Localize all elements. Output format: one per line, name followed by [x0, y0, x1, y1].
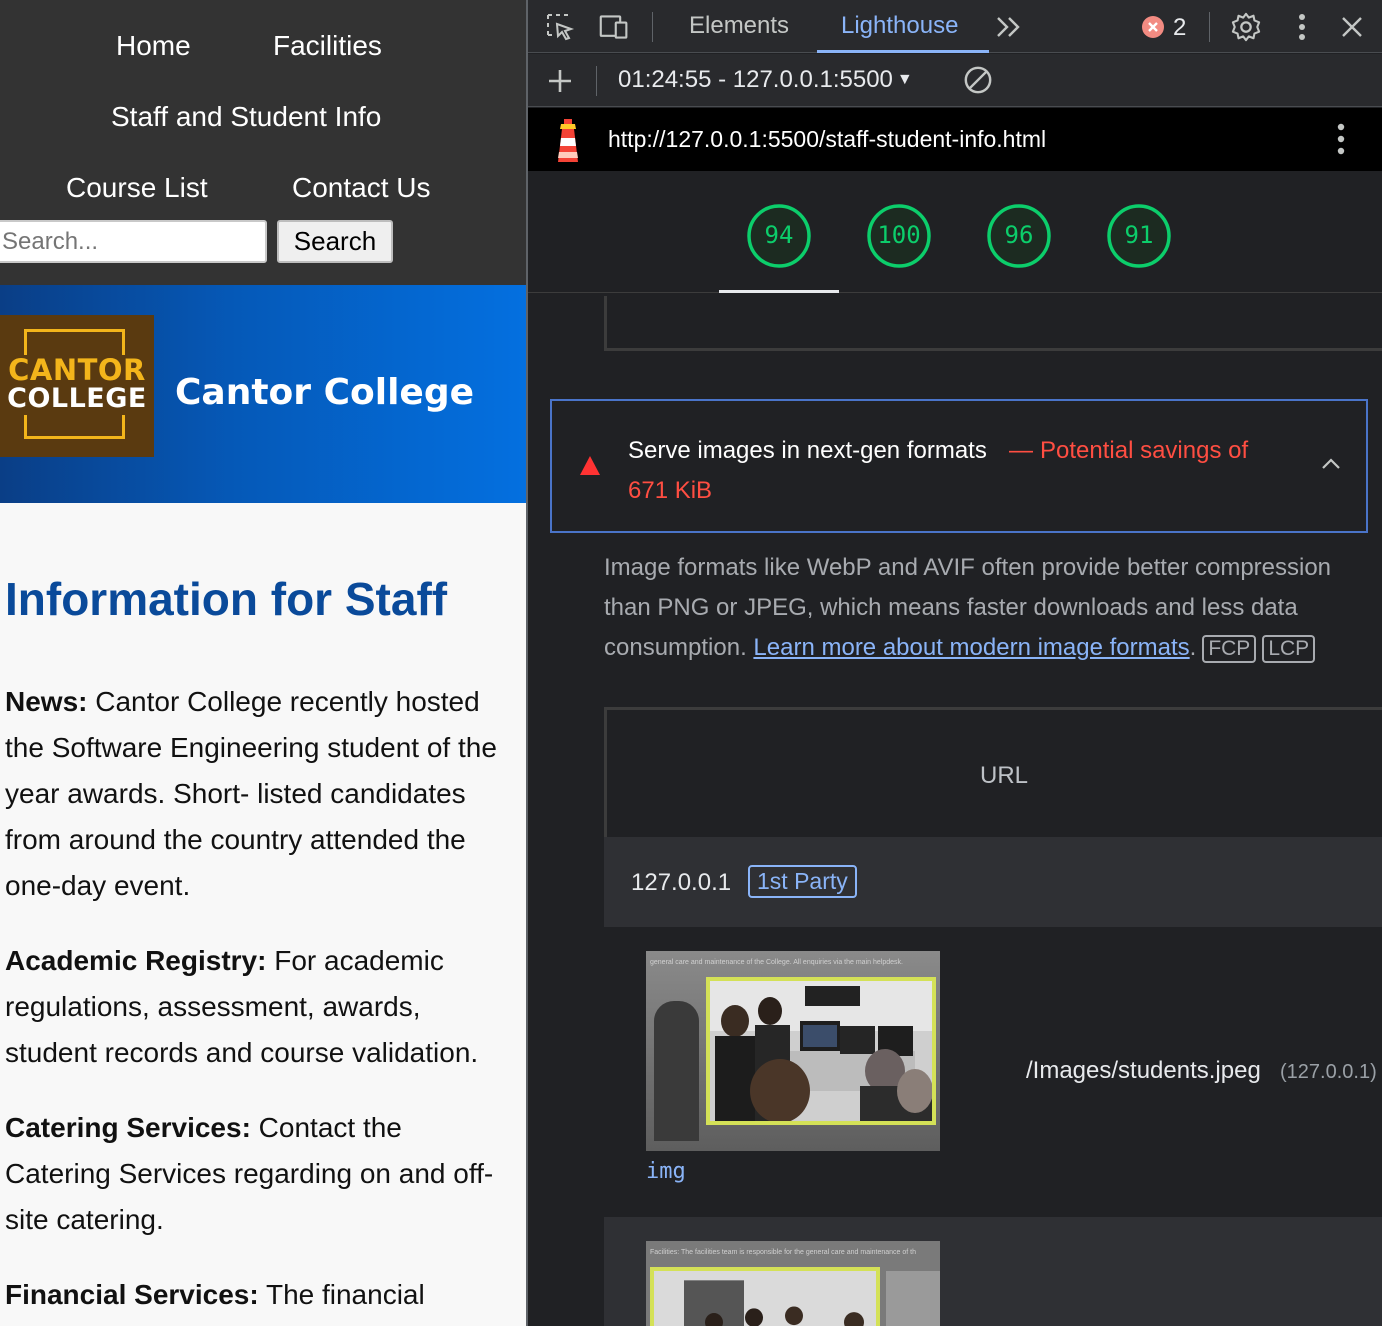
nav-home-link[interactable]: Home: [116, 30, 191, 62]
section-label: Catering Services:: [5, 1112, 251, 1143]
audit-table-header: URL: [604, 707, 1382, 837]
first-party-badge: 1st Party: [748, 865, 857, 898]
score-value: 94: [764, 221, 794, 249]
fail-triangle-icon: [580, 456, 600, 475]
academic-registry-paragraph: Academic Registry: For academic regulati…: [5, 938, 510, 1076]
chevron-up-icon[interactable]: [1320, 453, 1342, 475]
news-paragraph: News: Cantor College recently hosted the…: [5, 679, 510, 909]
element-screenshot-thumbnail[interactable]: Facilities: The facilities team is respo…: [646, 1241, 940, 1326]
group-host: 127.0.0.1: [631, 869, 732, 896]
active-tab-indicator: [817, 50, 989, 53]
college-logo: CANTOR COLLEGE: [0, 315, 154, 457]
audit-savings-value: 671 KiB: [628, 477, 713, 504]
nav-staff-info-link[interactable]: Staff and Student Info: [111, 101, 381, 133]
score-gauge-3[interactable]: 96: [986, 203, 1052, 269]
nav-facilities-link[interactable]: Facilities: [273, 30, 382, 62]
score-value: 91: [1124, 221, 1154, 249]
settings-gear-icon[interactable]: [1231, 12, 1261, 42]
close-devtools-icon[interactable]: [1337, 12, 1367, 42]
site-navigation: Home Facilities Staff and Student Info C…: [0, 0, 527, 285]
section-label: Academic Registry:: [5, 945, 267, 976]
website-viewport: Home Facilities Staff and Student Info C…: [0, 0, 527, 1326]
section-text: The financial: [258, 1279, 425, 1310]
score-gauge-1[interactable]: 94: [746, 203, 812, 269]
clear-reports-icon[interactable]: [963, 65, 993, 95]
section-label: News:: [5, 686, 88, 717]
highlighted-image: [650, 1267, 880, 1326]
section-text: Cantor College recently hosted the Softw…: [5, 686, 497, 901]
thumbnail-caption: general care and maintenance of the Coll…: [650, 959, 903, 966]
thumbnail-side-image: [886, 1271, 940, 1326]
report-url-bar: http://127.0.0.1:5500/staff-student-info…: [528, 108, 1382, 171]
search-input[interactable]: [0, 220, 267, 263]
table-row: Facilities: The facilities team is respo…: [604, 1217, 1382, 1326]
score-gauge-4[interactable]: 91: [1106, 203, 1172, 269]
report-menu-icon[interactable]: [1326, 123, 1356, 155]
report-url: http://127.0.0.1:5500/staff-student-info…: [608, 126, 1047, 152]
highlighted-image: [706, 977, 936, 1125]
audit-serve-next-gen-images[interactable]: Serve images in next-gen formats — Poten…: [550, 399, 1368, 533]
resource-url[interactable]: /Images/students.jpeg: [1026, 1057, 1261, 1085]
logo-line-2: COLLEGE: [7, 383, 147, 414]
more-tabs-icon[interactable]: [994, 12, 1024, 42]
tab-lighthouse[interactable]: Lighthouse: [841, 12, 958, 40]
audit-savings-label: Potential savings of: [1040, 437, 1249, 464]
audit-dash: —: [1009, 437, 1033, 464]
score-value: 100: [877, 221, 921, 249]
nav-course-list-link[interactable]: Course List: [66, 172, 208, 204]
tab-elements[interactable]: Elements: [689, 12, 789, 40]
catering-paragraph: Catering Services: Contact the Catering …: [5, 1105, 510, 1243]
description-period: .: [1189, 634, 1197, 661]
kebab-menu-icon[interactable]: [1287, 12, 1317, 42]
inspect-element-icon[interactable]: [545, 12, 575, 42]
metric-badge-lcp: LCP: [1262, 635, 1316, 663]
resource-origin: (127.0.0.1): [1280, 1061, 1377, 1083]
element-screenshot-thumbnail[interactable]: general care and maintenance of the Coll…: [646, 951, 940, 1151]
error-icon[interactable]: [1138, 12, 1168, 42]
device-toolbar-icon[interactable]: [599, 12, 629, 42]
college-name: Cantor College: [175, 372, 475, 413]
devtools-panel: Elements Lighthouse 2 01:24:55 - 127.0.0…: [528, 0, 1382, 1326]
error-count[interactable]: 2: [1173, 14, 1186, 42]
report-selector-label: 01:24:55 - 127.0.0.1:5500: [618, 66, 893, 93]
active-gauge-indicator: [719, 290, 839, 293]
score-gauges: 94 100 96 91: [528, 171, 1382, 293]
devtools-tabbar: Elements Lighthouse 2: [528, 0, 1382, 53]
header-banner: CANTOR COLLEGE Cantor College: [0, 285, 527, 503]
previous-audit-details: [604, 296, 1382, 351]
report-selector[interactable]: 01:24:55 - 127.0.0.1:5500 ▼: [618, 66, 913, 94]
audit-description: Image formats like WebP and AVIF often p…: [604, 548, 1364, 668]
lighthouse-logo-icon: [550, 116, 586, 164]
table-row: general care and maintenance of the Coll…: [604, 927, 1382, 1217]
learn-more-link[interactable]: Learn more about modern image formats: [753, 634, 1189, 661]
section-label: Financial Services:: [5, 1279, 259, 1310]
financial-paragraph: Financial Services: The financial: [5, 1272, 510, 1318]
score-value: 96: [1004, 221, 1034, 249]
score-gauge-2[interactable]: 100: [866, 203, 932, 269]
thumbnail-caption: Facilities: The facilities team is respo…: [650, 1249, 917, 1256]
lighthouse-toolbar: 01:24:55 - 127.0.0.1:5500 ▼: [528, 54, 1382, 107]
column-header-url: URL: [979, 762, 1028, 789]
node-tag[interactable]: img: [646, 1159, 686, 1184]
nav-contact-link[interactable]: Contact Us: [292, 172, 431, 204]
logo-line-1: CANTOR: [8, 353, 146, 387]
audit-title: Serve images in next-gen formats: [628, 437, 987, 464]
page-title: Information for Staff: [5, 573, 448, 625]
new-report-plus-icon[interactable]: [545, 66, 575, 96]
search-button[interactable]: Search: [277, 220, 393, 263]
table-group-row: 127.0.0.1 1st Party: [604, 837, 1382, 927]
metric-badge-fcp: FCP: [1202, 635, 1257, 663]
dropdown-caret-icon: ▼: [896, 71, 913, 88]
thumbnail-person-silhouette: [654, 1001, 699, 1141]
